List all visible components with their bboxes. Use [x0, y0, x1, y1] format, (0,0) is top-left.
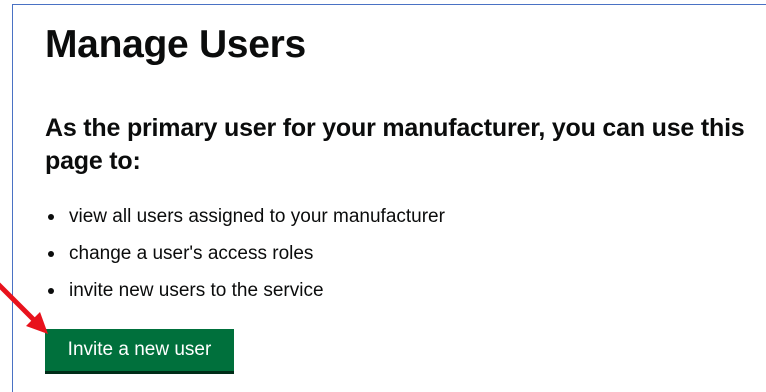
red-arrow-icon [0, 282, 48, 334]
list-item-text: change a user's access roles [69, 243, 314, 264]
list-item: invite new users to the service [45, 277, 445, 314]
page-subheading: As the primary user for your manufacture… [45, 114, 745, 175]
invite-new-user-button[interactable]: Invite a new user [45, 329, 234, 371]
feature-list: view all users assigned to your manufact… [45, 203, 445, 314]
list-item: view all users assigned to your manufact… [45, 203, 445, 240]
bullet-icon [48, 214, 54, 220]
bullet-icon [48, 251, 54, 257]
list-item: change a user's access roles [45, 240, 445, 277]
page-title: Manage Users [45, 23, 306, 66]
list-item-text: view all users assigned to your manufact… [69, 206, 445, 227]
list-item-text: invite new users to the service [69, 280, 324, 301]
